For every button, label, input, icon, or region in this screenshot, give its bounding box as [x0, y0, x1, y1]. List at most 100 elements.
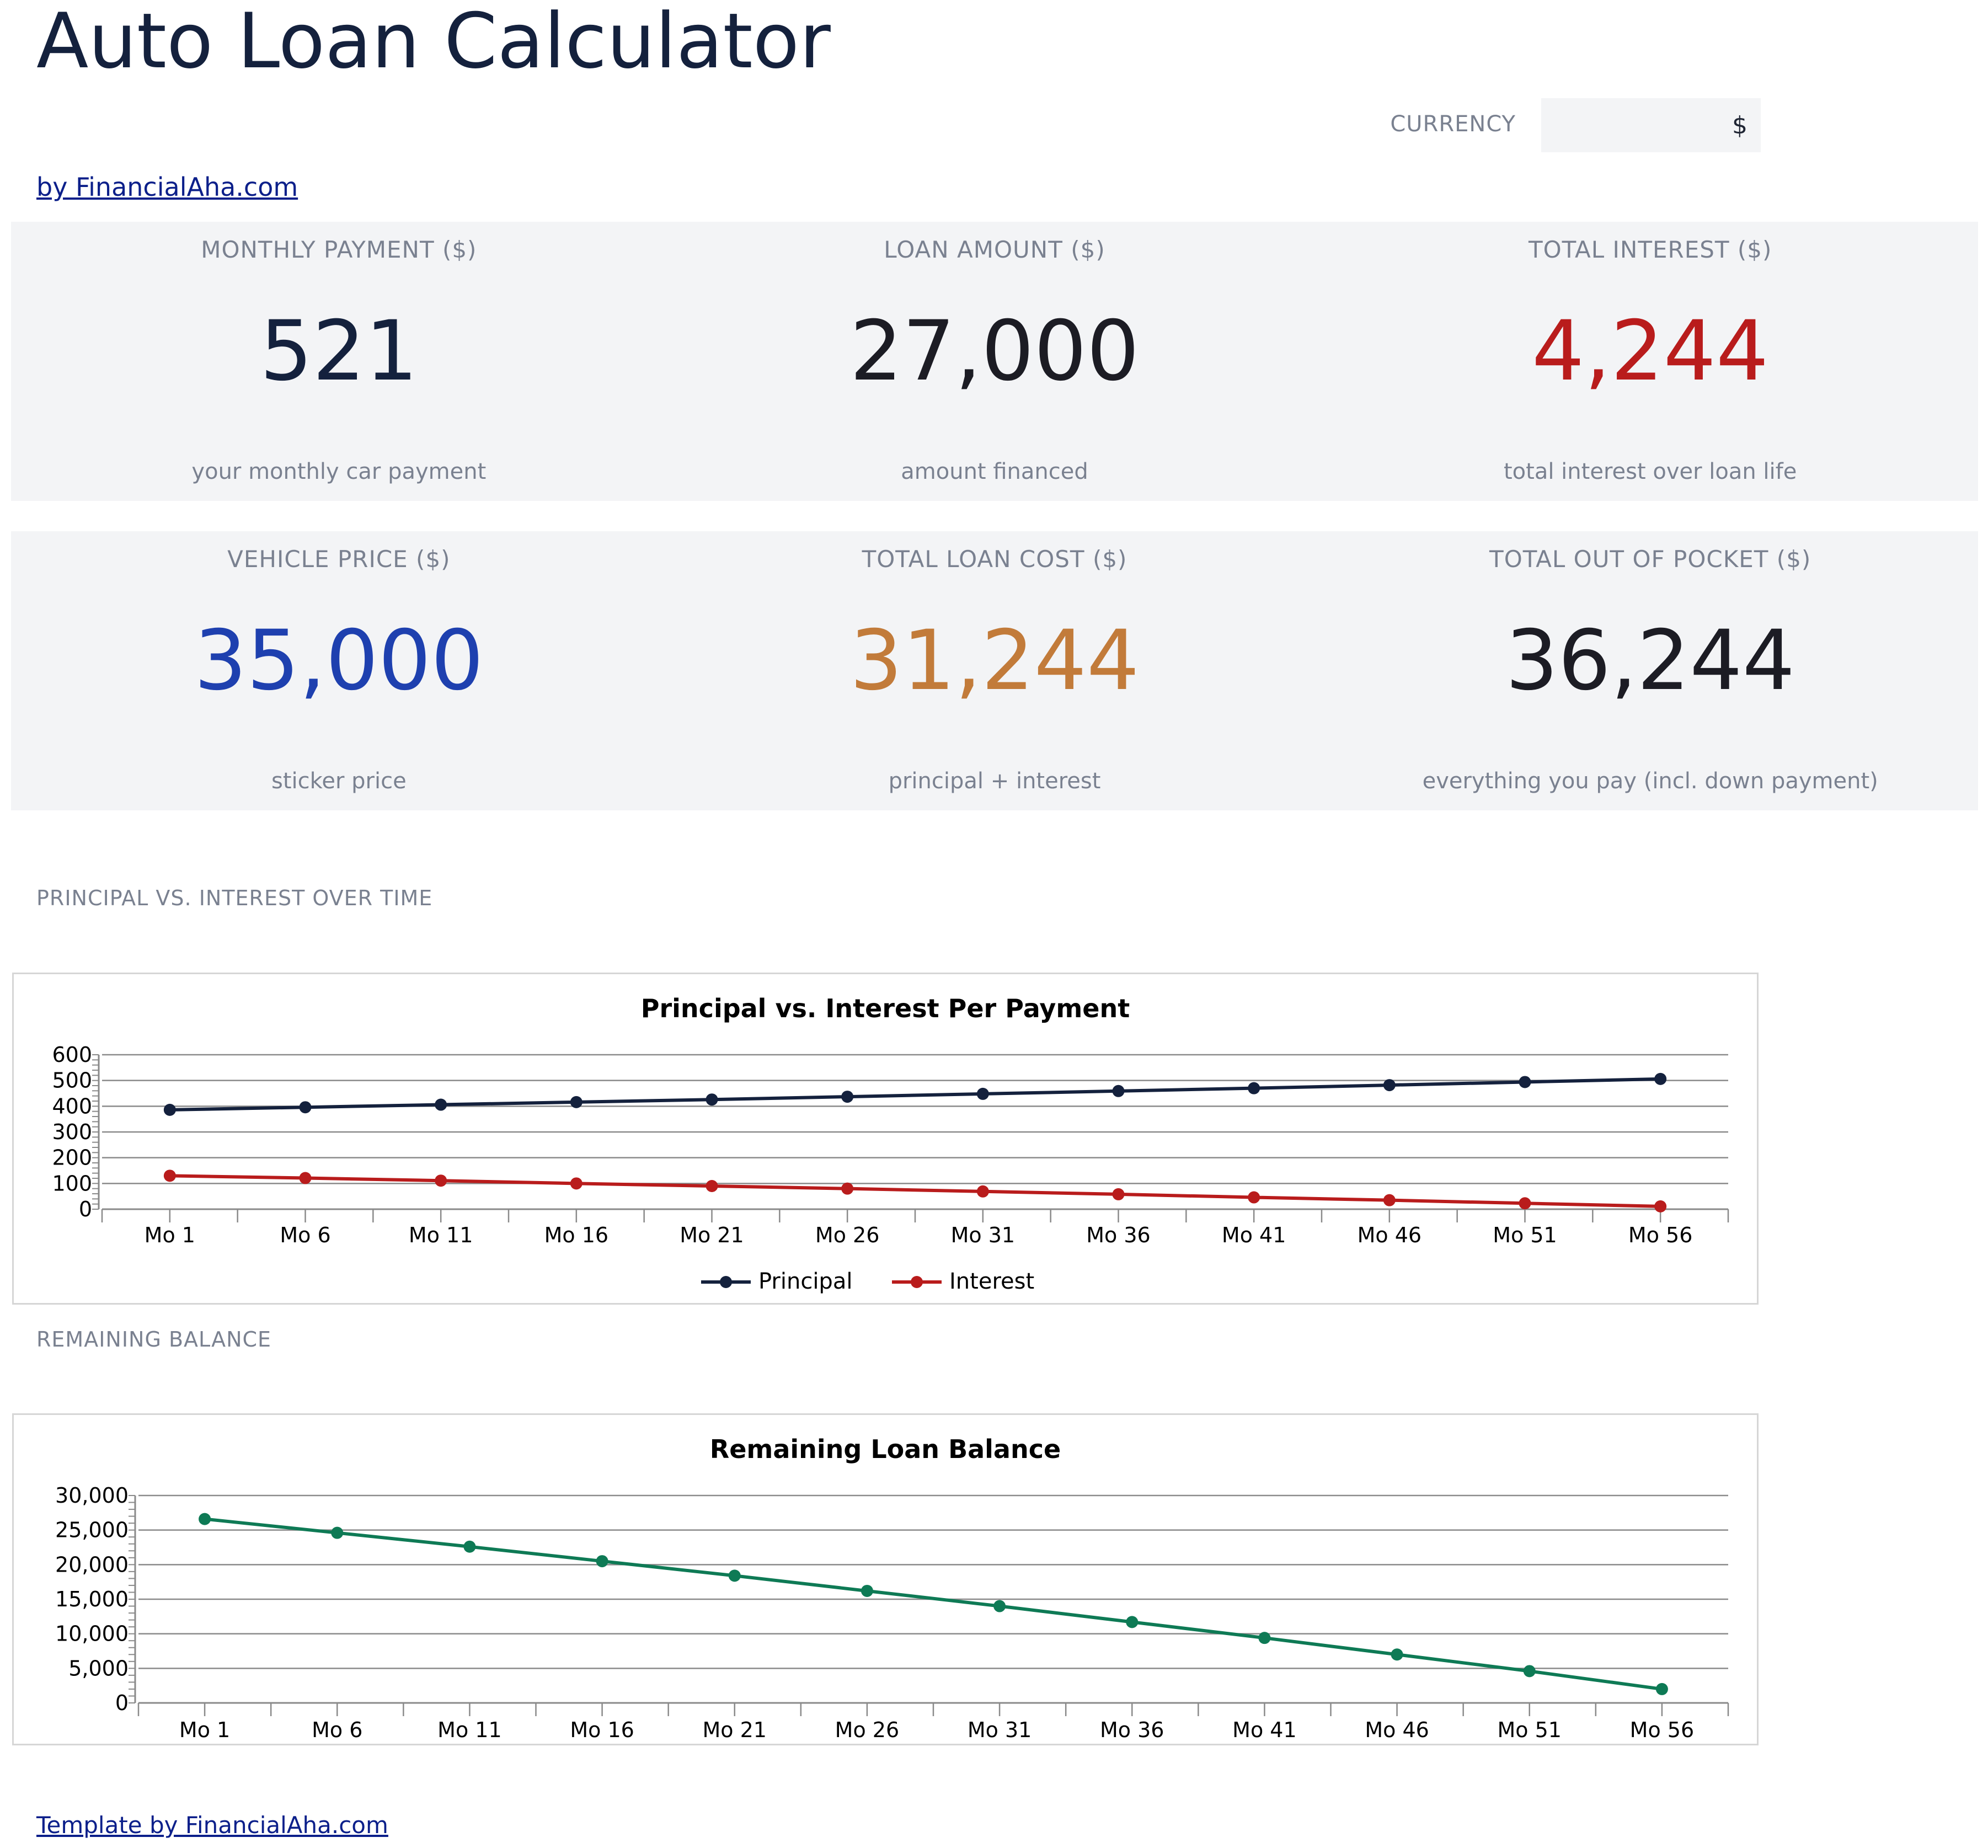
x-tick-label: Mo 21 — [703, 1718, 767, 1742]
x-tick-label: Mo 11 — [437, 1718, 501, 1742]
kpi-value: 36,244 — [1505, 613, 1795, 709]
x-tick-label: Mo 41 — [1222, 1223, 1286, 1247]
data-point — [706, 1093, 718, 1106]
data-point — [570, 1177, 582, 1190]
x-tick-label: Mo 1 — [179, 1718, 230, 1742]
y-tick-label: 500 — [52, 1069, 92, 1093]
legend-label: Principal — [758, 1269, 852, 1294]
x-tick-label: Mo 6 — [280, 1223, 330, 1247]
kpi-value: 4,244 — [1531, 303, 1769, 399]
data-point — [1258, 1632, 1271, 1644]
x-tick-label: Mo 16 — [570, 1718, 634, 1742]
data-point — [199, 1513, 211, 1525]
section-label-remaining-balance: REMAINING BALANCE — [36, 1327, 272, 1352]
kpi-vehicle-price: VEHICLE PRICE ($) 35,000 sticker price — [11, 531, 667, 810]
y-tick-label: 25,000 — [55, 1518, 129, 1542]
kpi-loan-amount: LOAN AMOUNT ($) 27,000 amount financed — [667, 222, 1323, 501]
x-tick-label: Mo 16 — [544, 1223, 608, 1247]
kpi-caption: total interest over loan life — [1504, 459, 1797, 484]
x-tick-label: Mo 36 — [1086, 1223, 1150, 1247]
chart-principal-interest-svg: Principal vs. Interest Per Payment 010020… — [52, 994, 1729, 1294]
kpi-value: 27,000 — [849, 303, 1140, 399]
data-point — [861, 1584, 873, 1597]
y-tick-label: 300 — [52, 1120, 92, 1144]
kpi-label: TOTAL LOAN COST ($) — [862, 546, 1127, 573]
data-point — [1523, 1665, 1536, 1678]
y-tick-label: 200 — [52, 1146, 92, 1170]
data-point — [1383, 1194, 1396, 1206]
data-point — [163, 1103, 176, 1116]
data-point — [1112, 1188, 1125, 1200]
data-point — [993, 1600, 1006, 1612]
section-label-principal-interest: PRINCIPAL VS. INTEREST OVER TIME — [36, 886, 433, 910]
data-point — [570, 1096, 582, 1108]
y-tick-label: 15,000 — [55, 1587, 129, 1611]
y-tick-label: 100 — [52, 1171, 92, 1195]
data-point — [728, 1569, 741, 1582]
kpi-label: MONTHLY PAYMENT ($) — [201, 236, 477, 263]
data-point — [1519, 1197, 1531, 1210]
kpi-caption: amount financed — [901, 459, 1088, 484]
kpi-caption: everything you pay (incl. down payment) — [1422, 768, 1878, 794]
kpi-value: 521 — [260, 303, 418, 399]
kpi-label: LOAN AMOUNT ($) — [884, 236, 1105, 263]
data-point — [1126, 1616, 1139, 1628]
byline-link[interactable]: by FinancialAha.com — [36, 172, 298, 202]
data-point — [976, 1087, 989, 1100]
data-point — [163, 1169, 176, 1182]
kpi-value: 35,000 — [194, 613, 484, 709]
data-point — [299, 1101, 312, 1114]
data-point — [463, 1540, 476, 1553]
series-line-balance — [204, 1517, 1663, 1691]
kpi-caption: sticker price — [271, 768, 407, 794]
data-point — [1112, 1085, 1125, 1097]
series-line-principal — [169, 1077, 1661, 1112]
kpi-monthly-payment: MONTHLY PAYMENT ($) 521 your monthly car… — [11, 222, 667, 501]
legend-label: Interest — [949, 1269, 1034, 1294]
series-line-interest — [169, 1174, 1661, 1208]
x-tick-label: Mo 46 — [1365, 1718, 1429, 1742]
legend-swatch-point — [911, 1276, 923, 1288]
x-tick-label: Mo 56 — [1630, 1718, 1694, 1742]
x-tick-label: Mo 1 — [145, 1223, 195, 1247]
data-point — [841, 1091, 854, 1103]
kpi-row-primary: MONTHLY PAYMENT ($) 521 your monthly car… — [11, 222, 1978, 501]
y-tick-label: 5,000 — [68, 1656, 129, 1680]
data-point — [976, 1185, 989, 1198]
data-point — [1519, 1076, 1531, 1088]
x-tick-label: Mo 26 — [815, 1223, 879, 1247]
legend-swatch-point — [720, 1276, 732, 1288]
x-tick-label: Mo 41 — [1232, 1718, 1296, 1742]
kpi-row-secondary: VEHICLE PRICE ($) 35,000 sticker price T… — [11, 531, 1978, 810]
data-point — [1655, 1683, 1668, 1695]
x-tick-label: Mo 36 — [1100, 1718, 1164, 1742]
kpi-label: VEHICLE PRICE ($) — [227, 546, 451, 573]
x-tick-label: Mo 56 — [1628, 1223, 1692, 1247]
x-tick-label: Mo 46 — [1358, 1223, 1421, 1247]
x-tick-label: Mo 11 — [409, 1223, 473, 1247]
y-tick-label: 400 — [52, 1094, 92, 1118]
data-point — [1248, 1082, 1260, 1094]
y-tick-label: 10,000 — [55, 1622, 129, 1646]
kpi-caption: your monthly car payment — [191, 459, 487, 484]
kpi-total-loan-cost: TOTAL LOAN COST ($) 31,244 principal + i… — [667, 531, 1323, 810]
y-tick-label: 0 — [79, 1197, 92, 1221]
data-point — [331, 1526, 344, 1539]
currency-input[interactable] — [1541, 98, 1761, 152]
kpi-label: TOTAL OUT OF POCKET ($) — [1489, 546, 1811, 573]
y-tick-label: 20,000 — [55, 1552, 129, 1577]
data-point — [596, 1555, 608, 1568]
x-tick-label: Mo 6 — [312, 1718, 362, 1742]
x-tick-label: Mo 26 — [835, 1718, 899, 1742]
page-title: Auto Loan Calculator — [36, 0, 831, 86]
data-point — [1391, 1648, 1403, 1661]
x-tick-label: Mo 21 — [680, 1223, 744, 1247]
data-point — [435, 1174, 447, 1187]
footer-template-link[interactable]: Template by FinancialAha.com — [36, 1812, 388, 1839]
data-point — [1248, 1191, 1260, 1204]
y-tick-label: 600 — [52, 1043, 92, 1067]
chart-remaining-balance: Remaining Loan Balance 0 5,000 10,000 15,000… — [12, 1413, 1759, 1745]
chart-principal-interest: Principal vs. Interest Per Payment 0 100 20… — [12, 973, 1759, 1305]
x-tick-label: Mo 51 — [1493, 1223, 1557, 1247]
kpi-value: 31,244 — [849, 613, 1140, 709]
